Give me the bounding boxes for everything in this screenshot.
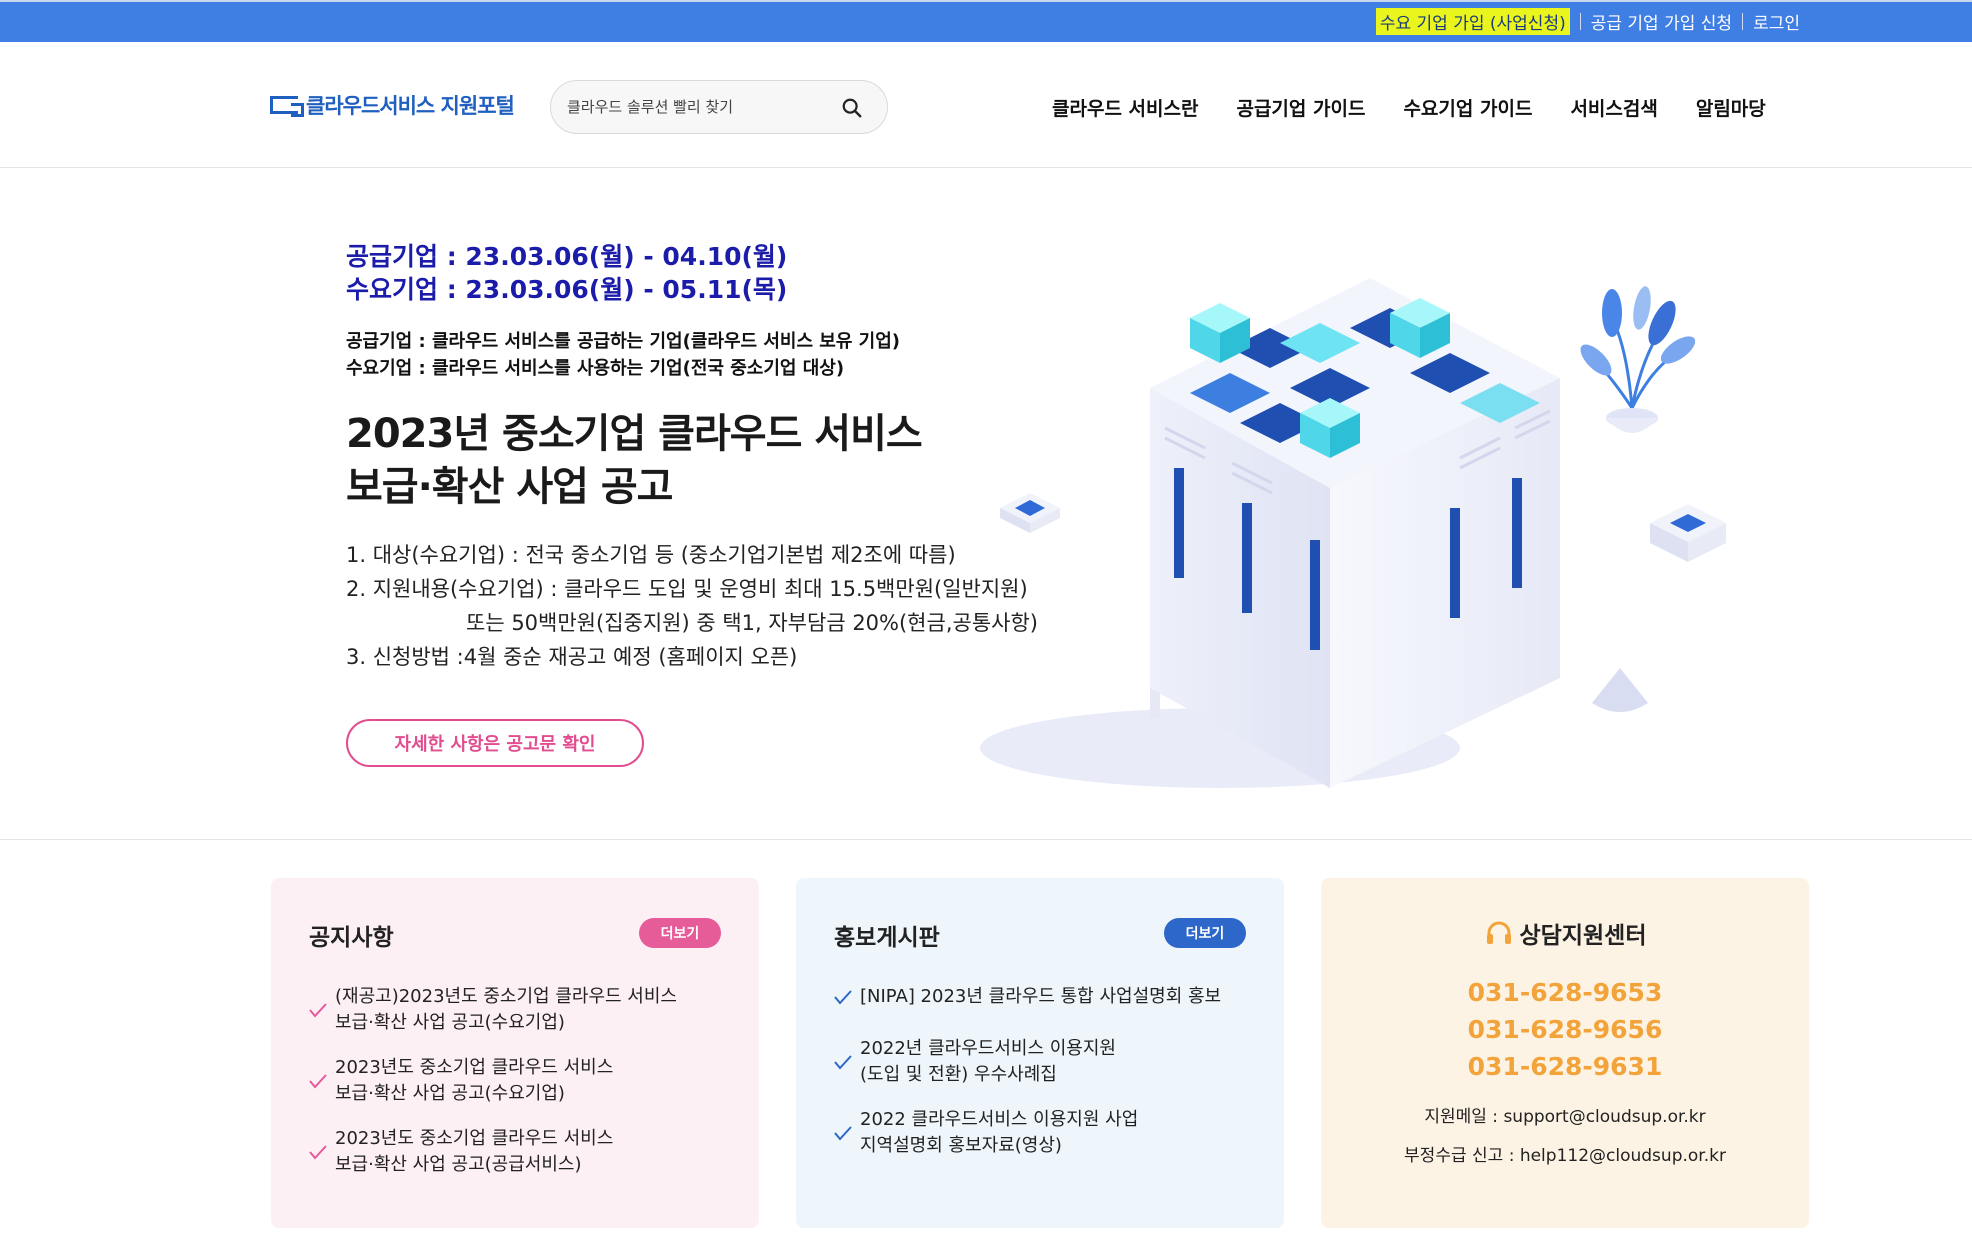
divider [1579,13,1581,30]
promo-card: 홍보게시판 더보기 [NIPA] 2023년 클라우드 통합 사업설명회 홍보 … [796,878,1284,1228]
item-line1: 2023년도 중소기업 클라우드 서비스 [335,1128,614,1149]
period-supply: 공급기업 : 23.03.06(월) - 04.10(월) [346,242,788,271]
top-links: 수요 기업 가입 (사업신청) 공급 기업 가입 신청 로그인 [1375,8,1800,35]
check-icon [834,1126,852,1141]
demand-signup-link[interactable]: 수요 기업 가입 (사업신청) [1375,8,1570,35]
item-line1: 2022년 클라우드서비스 이용지원 [860,1038,1116,1059]
search-box [550,80,888,134]
phone-number[interactable]: 031-628-9653 [1321,974,1809,1011]
nav-item-demand-guide[interactable]: 수요기업 가이드 [1403,94,1532,121]
application-period: 공급기업 : 23.03.06(월) - 04.10(월) 수요기업 : 23.… [346,240,787,306]
check-icon [309,1074,327,1089]
nav-item-supplier-guide[interactable]: 공급기업 가이드 [1236,94,1365,121]
phone-number[interactable]: 031-628-9656 [1321,1011,1809,1048]
list-item[interactable]: (재공고)2023년도 중소기업 클라우드 서비스보급·확산 사업 공고(수요기… [307,984,727,1036]
notice-more-button[interactable]: 더보기 [639,918,721,948]
promo-title: 홍보게시판 [834,925,940,951]
point-method: 3. 신청방법 :4월 중순 재공고 예정 (홈페이지 오픈) [346,645,798,669]
support-contacts: 지원메일 : support@cloudsup.or.kr 부정수급 신고 : … [1321,1098,1809,1176]
item-line1: 2023년도 중소기업 클라우드 서비스 [335,1057,614,1078]
point-target: 1. 대상(수요기업) : 전국 중소기업 등 (중소기업기본법 제2조에 따름… [346,543,956,567]
period-demand: 수요기업 : 23.03.06(월) - 05.11(목) [346,275,788,304]
nav-item-service-search[interactable]: 서비스검색 [1570,94,1657,121]
item-line1: 2022 클라우드서비스 이용지원 사업 [860,1109,1139,1130]
item-line2: 지역설명회 홍보자료(영상) [860,1135,1062,1156]
hero-banner: 공급기업 : 23.03.06(월) - 04.10(월) 수요기업 : 23.… [0,168,1972,840]
item-line1: (재공고)2023년도 중소기업 클라우드 서비스 [335,986,677,1007]
support-title: 상담지원센터 [1519,923,1647,949]
point-support-cont: 또는 50백만원(집중지원) 중 택1, 자부담금 20%(현금,공통사항) [466,611,1038,635]
details-button[interactable]: 자세한 사항은 공고문 확인 [346,719,644,767]
item-line2: 보급·확산 사업 공고(수요기업) [335,1012,565,1033]
search-icon[interactable] [841,97,863,119]
item-line2: (도입 및 전환) 우수사례집 [860,1064,1057,1085]
promo-more-button[interactable]: 더보기 [1164,918,1246,948]
supply-signup-link[interactable]: 공급 기업 가입 신청 [1591,9,1732,34]
main-nav: 클라우드 서비스란 공급기업 가이드 수요기업 가이드 서비스검색 알림마당 [1052,94,1766,121]
notice-title: 공지사항 [309,925,394,951]
list-item[interactable]: 2022년 클라우드서비스 이용지원 (도입 및 전환) 우수사례집 [832,1036,1252,1088]
headline-line1: 2023년 중소기업 클라우드 서비스 [346,411,923,457]
check-icon [309,1145,327,1160]
notice-card: 공지사항 더보기 (재공고)2023년도 중소기업 클라우드 서비스보급·확산 … [271,878,759,1228]
check-icon [834,990,852,1005]
report-email[interactable]: 부정수급 신고 : help112@cloudsup.or.kr [1321,1137,1809,1176]
list-item[interactable]: 2023년도 중소기업 클라우드 서비스보급·확산 사업 공고(수요기업) [307,1055,727,1107]
top-utility-bar: 수요 기업 가입 (사업신청) 공급 기업 가입 신청 로그인 [0,0,1972,42]
support-title-row: 상담지원센터 [1321,916,1809,950]
site-logo[interactable]: 클라우드서비스 지원포털 [270,90,515,120]
def-demand: 수요기업 : 클라우드 서비스를 사용하는 기업(전국 중소기업 대상) [346,358,845,379]
headline-line2: 보급·확산 사업 공고 [346,464,673,510]
list-item[interactable]: 2023년도 중소기업 클라우드 서비스보급·확산 사업 공고(공급서비스) [307,1126,727,1178]
notice-list: (재공고)2023년도 중소기업 클라우드 서비스보급·확산 사업 공고(수요기… [307,984,727,1197]
logo-icon [270,96,304,117]
support-phones: 031-628-9653 031-628-9656 031-628-9631 [1321,974,1809,1085]
site-header: 클라우드서비스 지원포털 클라우드 서비스란 공급기업 가이드 수요기업 가이드… [0,42,1972,168]
logo-text: 클라우드서비스 지원포털 [306,94,515,118]
list-item[interactable]: [NIPA] 2023년 클라우드 통합 사업설명회 홍보 [832,984,1252,1010]
headset-icon [1486,921,1511,944]
phone-number[interactable]: 031-628-9631 [1321,1048,1809,1085]
nav-item-notice-board[interactable]: 알림마당 [1696,94,1766,121]
support-center-card: 상담지원센터 031-628-9653 031-628-9656 031-628… [1321,878,1809,1228]
promo-list: [NIPA] 2023년 클라우드 통합 사업설명회 홍보 2022년 클라우드… [832,984,1252,1178]
support-email[interactable]: 지원메일 : support@cloudsup.or.kr [1321,1098,1809,1137]
login-link[interactable]: 로그인 [1753,9,1800,34]
item-line2: 보급·확산 사업 공고(수요기업) [335,1083,565,1104]
hero-headline: 2023년 중소기업 클라우드 서비스 보급·확산 사업 공고 [346,408,923,514]
check-icon [834,1055,852,1070]
item-line1: [NIPA] 2023년 클라우드 통합 사업설명회 홍보 [860,986,1222,1007]
list-item[interactable]: 2022 클라우드서비스 이용지원 사업지역설명회 홍보자료(영상) [832,1107,1252,1159]
nav-item-cloud-service[interactable]: 클라우드 서비스란 [1052,94,1198,121]
item-line2: 보급·확산 사업 공고(공급서비스) [335,1154,582,1175]
def-supply: 공급기업 : 클라우드 서비스를 공급하는 기업(클라우드 서비스 보유 기업) [346,331,901,352]
company-definitions: 공급기업 : 클라우드 서비스를 공급하는 기업(클라우드 서비스 보유 기업)… [346,328,900,382]
cloud-server-illustration [980,278,1726,788]
hero-points: 1. 대상(수요기업) : 전국 중소기업 등 (중소기업기본법 제2조에 따름… [346,538,1038,674]
search-input[interactable] [567,93,827,121]
divider [1742,13,1744,30]
point-support: 2. 지원내용(수요기업) : 클라우드 도입 및 운영비 최대 15.5백만원… [346,577,1028,601]
check-icon [309,1003,327,1018]
